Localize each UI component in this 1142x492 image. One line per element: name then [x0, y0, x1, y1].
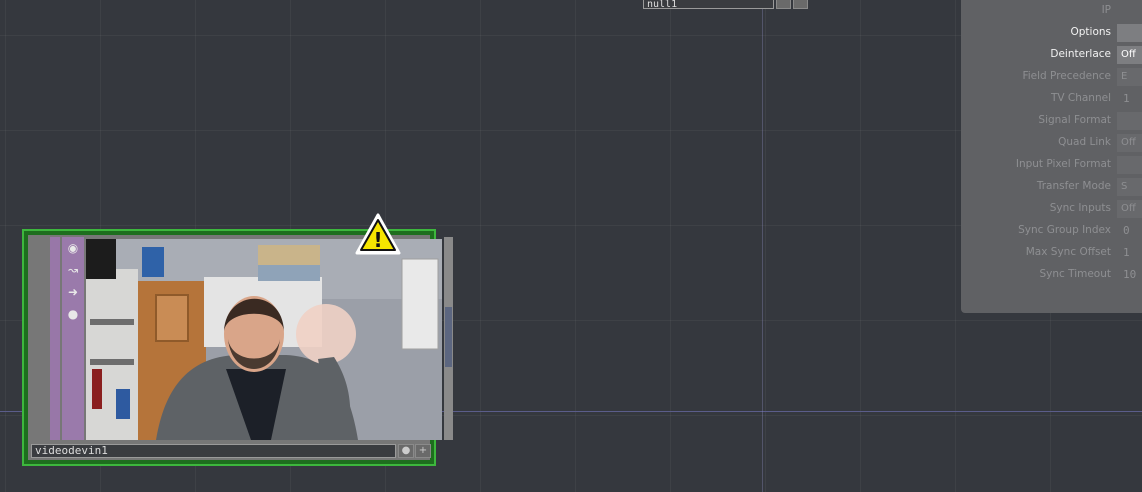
null1-node[interactable]: null1: [643, 0, 811, 11]
cook-icon[interactable]: ●: [64, 305, 82, 323]
param-label: TV Channel: [1050, 92, 1111, 104]
viewer-scrollbar[interactable]: [444, 237, 453, 440]
param-label: Max Sync Offset: [1025, 246, 1111, 258]
parameter-panel: IP Options Deinterlace Off Field Precede…: [961, 0, 1142, 313]
param-label: Sync Group Index: [1018, 224, 1111, 236]
viewer-toggle-icon[interactable]: ◉: [64, 239, 82, 257]
param-value[interactable]: Off: [1117, 46, 1142, 64]
videodevin1-node[interactable]: ◉ ↝ ➜ ● videodevin1 ● +: [22, 229, 453, 466]
param-value[interactable]: S: [1117, 178, 1142, 196]
param-row-quad-link[interactable]: Quad Link Off: [961, 132, 1142, 154]
param-value[interactable]: [1117, 24, 1142, 42]
param-label: Deinterlace: [1050, 48, 1111, 60]
param-row-deinterlace[interactable]: Deinterlace Off: [961, 44, 1142, 66]
param-value[interactable]: 1: [1119, 244, 1142, 262]
node-viewer-button[interactable]: ●: [398, 444, 414, 458]
param-label: Quad Link: [1058, 136, 1111, 148]
performance-icon[interactable]: ↝: [64, 261, 82, 279]
origin-line-vertical: [762, 0, 763, 492]
param-row-max-sync-offset[interactable]: Max Sync Offset 1: [961, 242, 1142, 264]
param-row-input-pixel-format[interactable]: Input Pixel Format: [961, 154, 1142, 176]
node-viewer-video[interactable]: [86, 239, 442, 440]
bypass-icon[interactable]: ➜: [64, 283, 82, 301]
node-add-button[interactable]: +: [415, 444, 431, 458]
param-value[interactable]: E: [1117, 68, 1142, 86]
param-value[interactable]: Off: [1117, 134, 1142, 152]
param-row-tv-channel[interactable]: TV Channel 1: [961, 88, 1142, 110]
param-label: IP: [1101, 4, 1111, 16]
param-row-options[interactable]: Options: [961, 22, 1142, 44]
param-value[interactable]: 10: [1119, 266, 1142, 284]
param-value[interactable]: [1117, 112, 1142, 130]
param-row-field-precedence[interactable]: Field Precedence E: [961, 66, 1142, 88]
param-value[interactable]: 1: [1119, 90, 1142, 108]
viewer-scrollbar-thumb[interactable]: [445, 307, 452, 367]
operator-color-strip: [50, 237, 60, 440]
node-name-field[interactable]: null1: [643, 0, 774, 10]
param-label: Field Precedence: [1022, 70, 1111, 82]
param-label: Input Pixel Format: [1015, 158, 1111, 170]
param-row-sync-group-index[interactable]: Sync Group Index 0: [961, 220, 1142, 242]
node-flag-column: ◉ ↝ ➜ ●: [62, 237, 84, 440]
node-viewer-button[interactable]: [776, 0, 791, 9]
node-name-field[interactable]: videodevin1: [31, 444, 396, 458]
param-value[interactable]: Off: [1117, 200, 1142, 218]
param-label: Signal Format: [1038, 114, 1111, 126]
param-row-sync-timeout[interactable]: Sync Timeout 10: [961, 264, 1142, 286]
warning-glyph: !: [373, 228, 382, 252]
warning-icon[interactable]: !: [354, 212, 402, 256]
param-value[interactable]: [1117, 156, 1142, 174]
param-row-sync-inputs[interactable]: Sync Inputs Off: [961, 198, 1142, 220]
node-add-button[interactable]: [793, 0, 808, 9]
param-label: Options: [1070, 26, 1111, 38]
param-row-ip[interactable]: IP: [961, 0, 1142, 22]
param-value[interactable]: 0: [1119, 222, 1142, 240]
param-label: Sync Inputs: [1049, 202, 1111, 214]
param-row-signal-format[interactable]: Signal Format: [961, 110, 1142, 132]
param-label: Sync Timeout: [1039, 268, 1111, 280]
param-label: Transfer Mode: [1036, 180, 1111, 192]
video-frame-image: [86, 239, 442, 440]
param-row-transfer-mode[interactable]: Transfer Mode S: [961, 176, 1142, 198]
